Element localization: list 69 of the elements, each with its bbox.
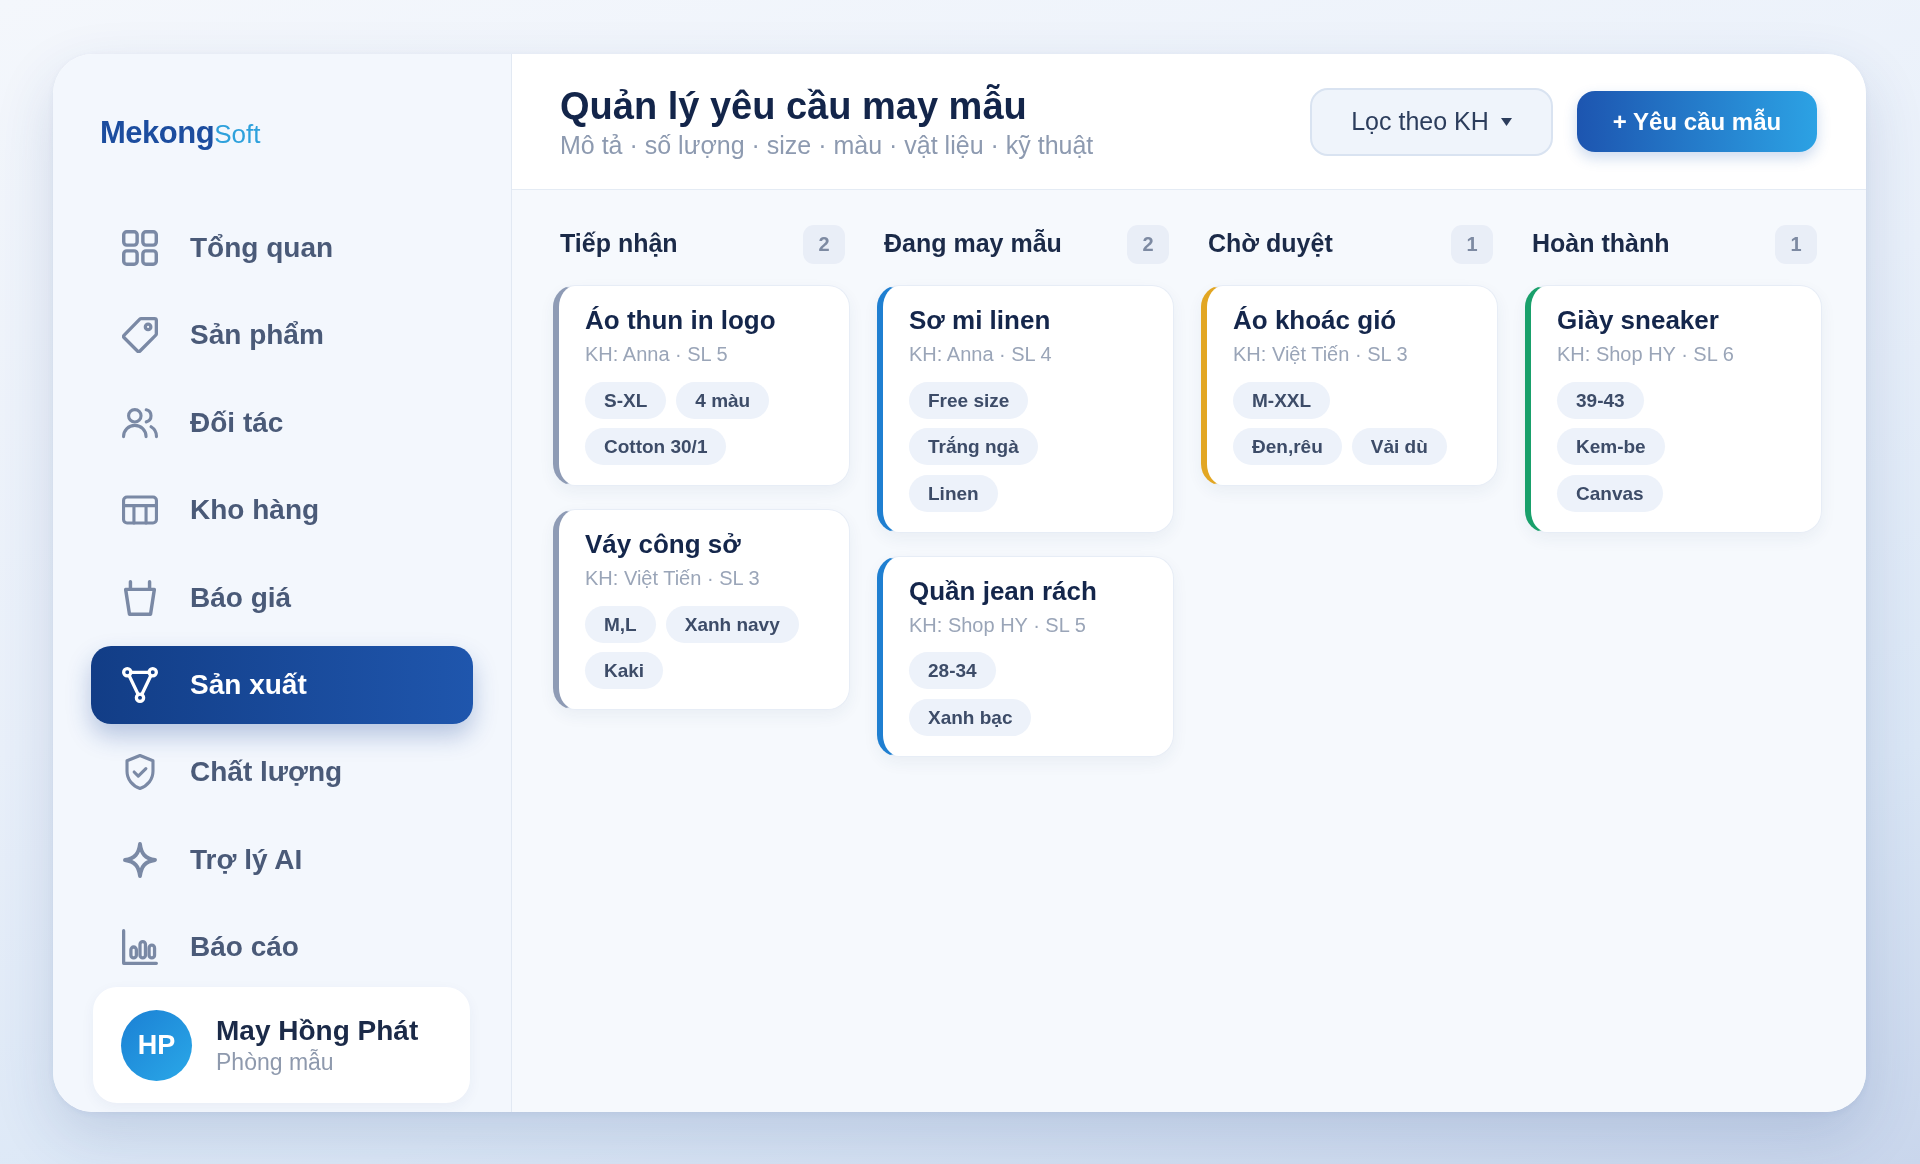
spec-tag: Xanh bạc: [909, 698, 1032, 736]
shield-check-icon: [122, 754, 158, 791]
spec-tag: Canvas: [1557, 474, 1663, 512]
card-title: Áo thun in logo: [585, 304, 777, 337]
sidebar-item[interactable]: Báo giá: [91, 558, 473, 637]
card-meta: KH: Shop HY · SL 5: [909, 612, 1087, 638]
column-count: 2: [1127, 224, 1169, 264]
spec-tag: S-XL: [585, 381, 667, 419]
request-card[interactable]: Áo thun in logo KH: Anna · SL 5 S-XL 4 màu Cotton 30/1: [553, 285, 850, 486]
caret-icon: [1500, 117, 1512, 126]
logo: MekongSoft: [100, 115, 261, 152]
column-count: 1: [1451, 224, 1493, 264]
card-title: Áo khoác gió: [1233, 304, 1398, 337]
page-title: Quản lý yêu cầu may mẫu: [560, 83, 1028, 129]
column-title: Chờ duyệt: [1208, 228, 1333, 260]
grid-icon: [122, 230, 158, 266]
sidebar-item[interactable]: Tổng quan: [91, 209, 473, 287]
sidebar-item[interactable]: Trợ lý AI: [91, 820, 473, 899]
avatar-initials: HP: [121, 1009, 192, 1081]
spec-tag: Free size: [909, 381, 1029, 419]
spec-tag: 39-43: [1557, 381, 1644, 419]
triangle-nodes-icon: [122, 666, 158, 703]
spec-tag: M,L: [585, 605, 656, 643]
spec-tag: Kem-be: [1557, 428, 1665, 465]
column-title: Đang may mẫu: [884, 228, 1062, 260]
sidebar-item[interactable]: Chất lượng: [91, 733, 473, 812]
card-title: Quần jean rách: [909, 574, 1098, 608]
sidebar-item[interactable]: Kho hàng: [91, 471, 473, 550]
sidebar-item[interactable]: Báo cáo: [91, 908, 473, 987]
request-card[interactable]: Quần jean rách KH: Shop HY · SL 5 28-34 Xanh bạc: [877, 555, 1174, 757]
card-meta: KH: Anna · SL 4: [909, 342, 1053, 367]
spec-tag: Kaki: [585, 652, 664, 689]
page-subtitle: Mô tả · số lượng · size · màu · vật liệu · kỹ thuật: [560, 129, 1094, 161]
column-title: Hoàn thành: [1532, 228, 1670, 260]
request-card[interactable]: Áo khoác gió KH: Việt Tiến · SL 3 M-XXL Đen,rêu Vải dù: [1201, 285, 1498, 486]
request-card[interactable]: Váy công sở KH: Việt Tiến · SL 3 M,L Xanh navy Kaki: [553, 509, 850, 710]
bar-chart-icon: [122, 929, 158, 966]
spec-tag: 4 màu: [676, 381, 770, 419]
basket-icon: [122, 579, 158, 616]
add-request-button[interactable]: + Yêu cầu mẫu: [1577, 91, 1817, 152]
tag-icon: [122, 317, 158, 354]
spec-tag: Linen: [909, 474, 998, 512]
column-title: Tiếp nhận: [560, 228, 678, 260]
column-count: 2: [803, 224, 845, 264]
card-meta: KH: Anna · SL 5: [585, 342, 729, 367]
spec-tag: M-XXL: [1233, 381, 1331, 419]
filter-dropdown[interactable]: Lọc theo KH: [1310, 87, 1553, 156]
user-card[interactable]: HP May Hồng Phát Phòng mẫu: [93, 987, 470, 1103]
sparkle-icon: [122, 841, 158, 878]
spec-tag: Xanh navy: [665, 605, 799, 643]
card-title: Sơ mi linen: [909, 304, 1052, 337]
user-name: May Hồng Phát: [216, 1014, 419, 1048]
card-title: Váy công sở: [585, 528, 742, 561]
spec-tag: Trắng ngà: [909, 428, 1038, 465]
card-meta: KH: Việt Tiến · SL 3: [585, 566, 761, 591]
request-card[interactable]: Giày sneaker KH: Shop HY · SL 6 39-43 Kem-be Canvas: [1525, 285, 1822, 533]
spec-tag: Cotton 30/1: [585, 428, 727, 465]
card-title: Giày sneaker: [1557, 304, 1720, 337]
card-meta: KH: Shop HY · SL 6: [1557, 342, 1735, 367]
user-role: Phòng mẫu: [216, 1048, 335, 1076]
spec-tag: Vải dù: [1351, 428, 1447, 465]
column-count: 1: [1775, 224, 1817, 264]
sidebar-item[interactable]: Sản xuất: [91, 645, 473, 724]
spec-tag: 28-34: [909, 652, 996, 689]
spec-tag: Đen,rêu: [1233, 428, 1342, 465]
request-card[interactable]: Sơ mi linen KH: Anna · SL 4 Free size Trắng ngà Linen: [877, 285, 1174, 533]
sidebar-item[interactable]: Sản phẩm: [91, 296, 473, 375]
sidebar-item[interactable]: Đối tác: [91, 383, 473, 462]
card-meta: KH: Việt Tiến · SL 3: [1233, 342, 1409, 367]
